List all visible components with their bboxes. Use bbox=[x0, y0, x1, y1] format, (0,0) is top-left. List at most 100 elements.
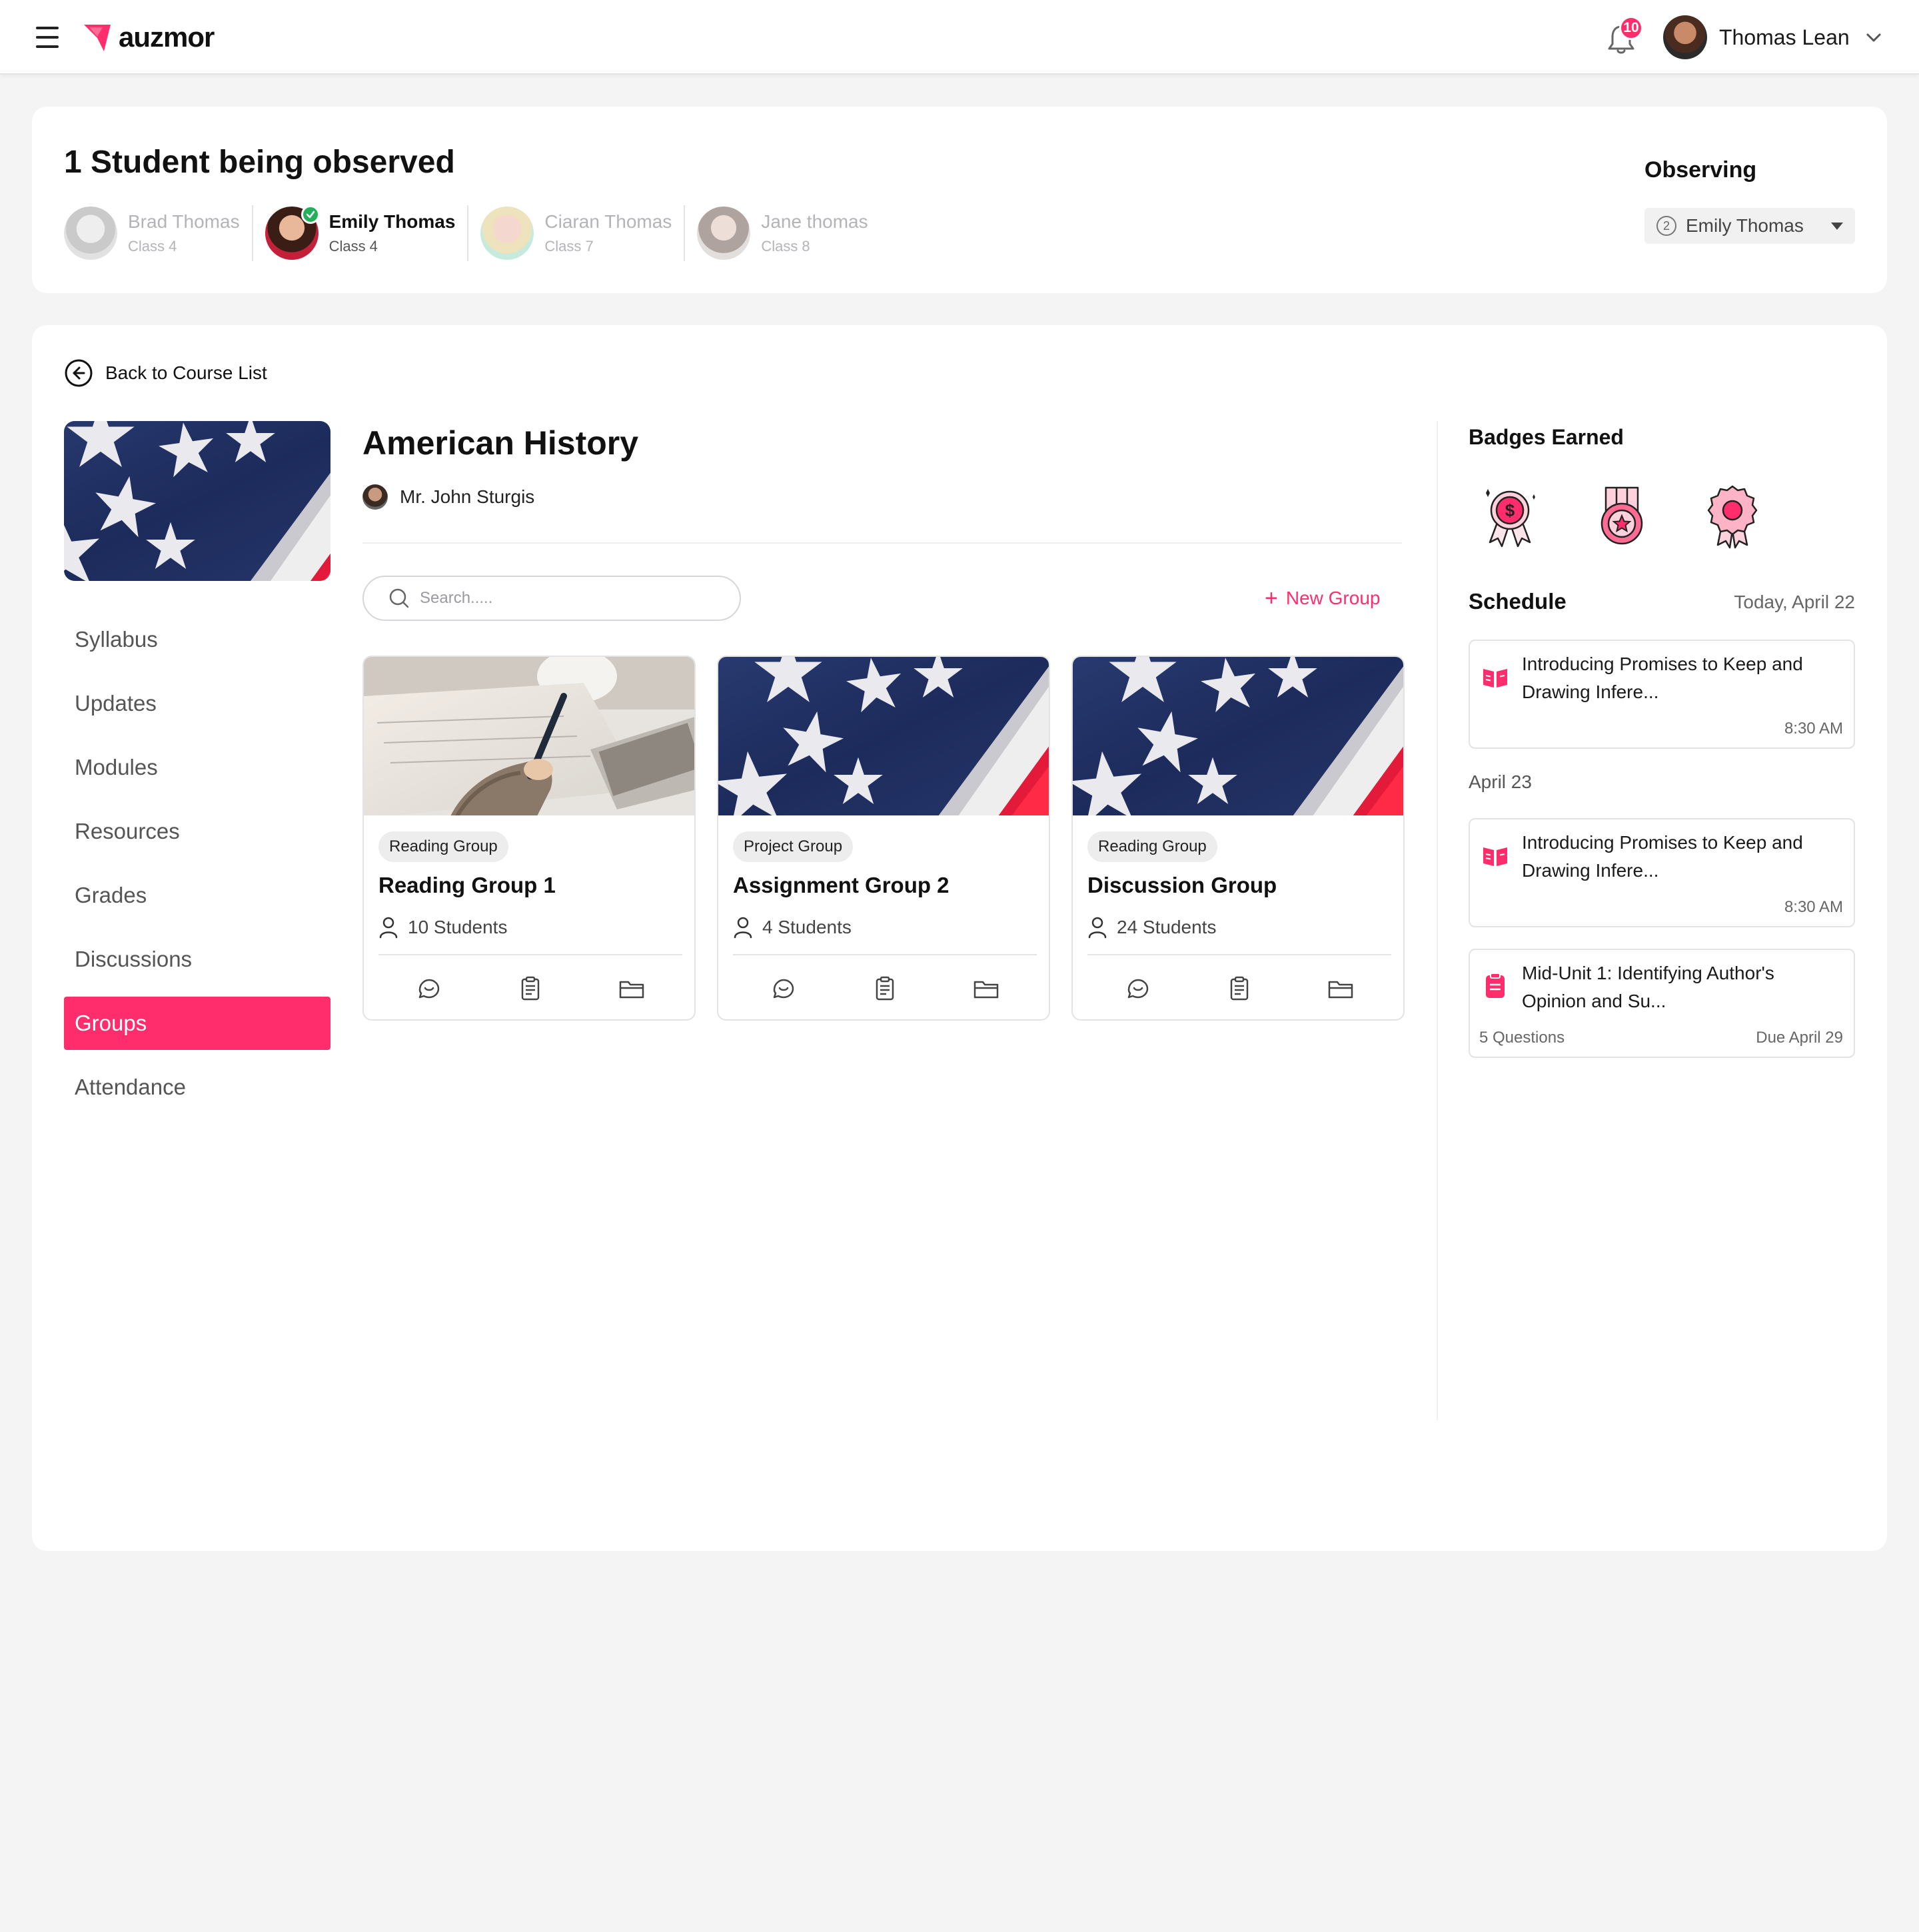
nav-item-groups[interactable]: Groups bbox=[64, 997, 330, 1050]
schedule-item-time: 8:30 AM bbox=[1784, 898, 1843, 916]
user-name: Thomas Lean bbox=[1719, 25, 1850, 49]
badges-title: Badges Earned bbox=[1469, 425, 1624, 449]
teacher-name: Mr. John Sturgis bbox=[400, 486, 535, 507]
avatar bbox=[697, 207, 751, 260]
group-card[interactable]: Project Group Assignment Group 2 4 Stude… bbox=[717, 656, 1050, 1021]
avatar bbox=[265, 205, 320, 260]
schedule-date-label: April 23 bbox=[1469, 771, 1532, 792]
schedule-item-title: Introducing Promises to Keep and Drawing… bbox=[1522, 832, 1803, 881]
schedule-item[interactable]: Introducing Promises to Keep and Drawing… bbox=[1469, 818, 1855, 927]
check-icon bbox=[301, 205, 320, 224]
group-actions bbox=[733, 969, 1037, 1009]
student-brad-thomas[interactable]: Brad Thomas Class 4 bbox=[64, 205, 252, 261]
schedule-today-date: Today, April 22 bbox=[1734, 592, 1855, 612]
student-class: Class 8 bbox=[761, 238, 810, 254]
nav-item-syllabus[interactable]: Syllabus bbox=[64, 613, 330, 666]
student-name: Brad Thomas bbox=[128, 211, 240, 232]
avatar bbox=[362, 484, 388, 510]
column-divider bbox=[1437, 421, 1438, 1420]
new-group-button[interactable]: + New Group bbox=[1265, 585, 1380, 612]
course-panel: Back to Course List Syllabus Updates Mod… bbox=[32, 325, 1887, 1551]
group-student-count: 4 Students bbox=[733, 911, 852, 943]
group-image bbox=[718, 657, 1049, 815]
divider bbox=[1087, 954, 1391, 955]
course-thumbnail bbox=[64, 421, 330, 581]
nav-item-updates[interactable]: Updates bbox=[64, 677, 330, 730]
group-student-count: 24 Students bbox=[1087, 911, 1216, 943]
clipboard-icon[interactable] bbox=[870, 974, 900, 1003]
student-jane-thomas[interactable]: Jane thomas Class 8 bbox=[684, 205, 880, 261]
group-actions bbox=[378, 969, 682, 1009]
back-to-course-list-link[interactable]: Back to Course List bbox=[64, 357, 267, 389]
user-menu[interactable]: Thomas Lean bbox=[1663, 15, 1883, 60]
svg-text:$: $ bbox=[1505, 500, 1515, 520]
new-group-label: New Group bbox=[1285, 588, 1381, 608]
star-medal-badge-icon[interactable] bbox=[1591, 482, 1652, 549]
plus-icon: + bbox=[1265, 586, 1278, 611]
chat-icon[interactable] bbox=[769, 974, 798, 1003]
group-title: Assignment Group 2 bbox=[733, 873, 950, 897]
hamburger-menu-icon[interactable] bbox=[33, 24, 63, 51]
schedule-item-questions: 5 Questions bbox=[1479, 1029, 1565, 1047]
book-icon bbox=[1483, 669, 1507, 688]
chat-icon[interactable] bbox=[414, 974, 444, 1003]
schedule-item[interactable]: Introducing Promises to Keep and Drawing… bbox=[1469, 640, 1855, 749]
observed-students-panel: 1 Student being observed Brad Thomas Cla… bbox=[32, 107, 1887, 293]
nav-item-grades[interactable]: Grades bbox=[64, 869, 330, 922]
back-link-label: Back to Course List bbox=[105, 362, 267, 383]
chevron-down-icon bbox=[1866, 33, 1881, 42]
folder-icon[interactable] bbox=[617, 974, 646, 1003]
notification-count-badge: 10 bbox=[1619, 16, 1643, 40]
schedule-item-due: Due April 29 bbox=[1756, 1029, 1843, 1047]
group-title: Reading Group 1 bbox=[378, 873, 556, 897]
divider bbox=[378, 954, 682, 955]
observing-dropdown[interactable]: 2 Emily Thomas bbox=[1644, 208, 1855, 244]
schedule-item-time: 8:30 AM bbox=[1784, 720, 1843, 737]
schedule-item-title: Introducing Promises to Keep and Drawing… bbox=[1522, 654, 1803, 702]
caret-down-icon bbox=[1831, 222, 1843, 230]
group-type-tag: Reading Group bbox=[378, 831, 508, 862]
folder-icon[interactable] bbox=[1326, 974, 1355, 1003]
schedule-title: Schedule bbox=[1469, 589, 1567, 614]
brand-logo[interactable]: auzmor bbox=[84, 19, 215, 56]
group-search[interactable] bbox=[362, 576, 741, 621]
schedule-item[interactable]: Mid-Unit 1: Identifying Author's Opinion… bbox=[1469, 949, 1855, 1058]
group-type-tag: Reading Group bbox=[1087, 831, 1217, 862]
group-type-tag: Project Group bbox=[733, 831, 854, 862]
user-icon bbox=[734, 917, 752, 939]
avatar bbox=[64, 207, 117, 260]
student-emily-thomas[interactable]: Emily Thomas Class 4 bbox=[251, 205, 468, 261]
divider bbox=[733, 954, 1037, 955]
divider bbox=[362, 542, 1402, 544]
student-count-label: 24 Students bbox=[1117, 917, 1217, 937]
clipboard-icon[interactable] bbox=[516, 974, 545, 1003]
student-name: Emily Thomas bbox=[328, 211, 456, 232]
nav-item-modules[interactable]: Modules bbox=[64, 741, 330, 794]
nav-item-resources[interactable]: Resources bbox=[64, 805, 330, 858]
group-image bbox=[364, 657, 694, 815]
search-input[interactable] bbox=[420, 589, 713, 608]
course-title: American History bbox=[362, 424, 639, 462]
chat-icon[interactable] bbox=[1123, 974, 1153, 1003]
observing-count: 2 bbox=[1656, 216, 1676, 236]
search-icon bbox=[389, 588, 409, 608]
book-icon bbox=[1483, 847, 1507, 866]
clipboard-icon[interactable] bbox=[1225, 974, 1254, 1003]
group-student-count: 10 Students bbox=[378, 911, 507, 943]
group-image bbox=[1073, 657, 1403, 815]
folder-icon[interactable] bbox=[971, 974, 1001, 1003]
nav-item-attendance[interactable]: Attendance bbox=[64, 1061, 330, 1114]
student-count-label: 4 Students bbox=[762, 917, 852, 937]
student-name: Ciaran Thomas bbox=[544, 211, 672, 232]
clipboard-icon bbox=[1486, 973, 1505, 998]
group-card[interactable]: Reading Group Reading Group 1 10 Student… bbox=[362, 656, 696, 1021]
course-side-nav: Syllabus Updates Modules Resources Grade… bbox=[64, 613, 330, 1125]
dollar-ribbon-badge-icon[interactable]: $ bbox=[1479, 482, 1541, 549]
group-card[interactable]: Reading Group Discussion Group 24 Studen… bbox=[1071, 656, 1405, 1021]
rosette-badge-icon[interactable] bbox=[1702, 482, 1763, 549]
student-list: Brad Thomas Class 4 Emily Thomas Class 4… bbox=[64, 205, 880, 261]
group-title: Discussion Group bbox=[1087, 873, 1277, 897]
nav-item-discussions[interactable]: Discussions bbox=[64, 933, 330, 986]
student-ciaran-thomas[interactable]: Ciaran Thomas Class 7 bbox=[467, 205, 684, 261]
brand-name: auzmor bbox=[119, 21, 215, 53]
